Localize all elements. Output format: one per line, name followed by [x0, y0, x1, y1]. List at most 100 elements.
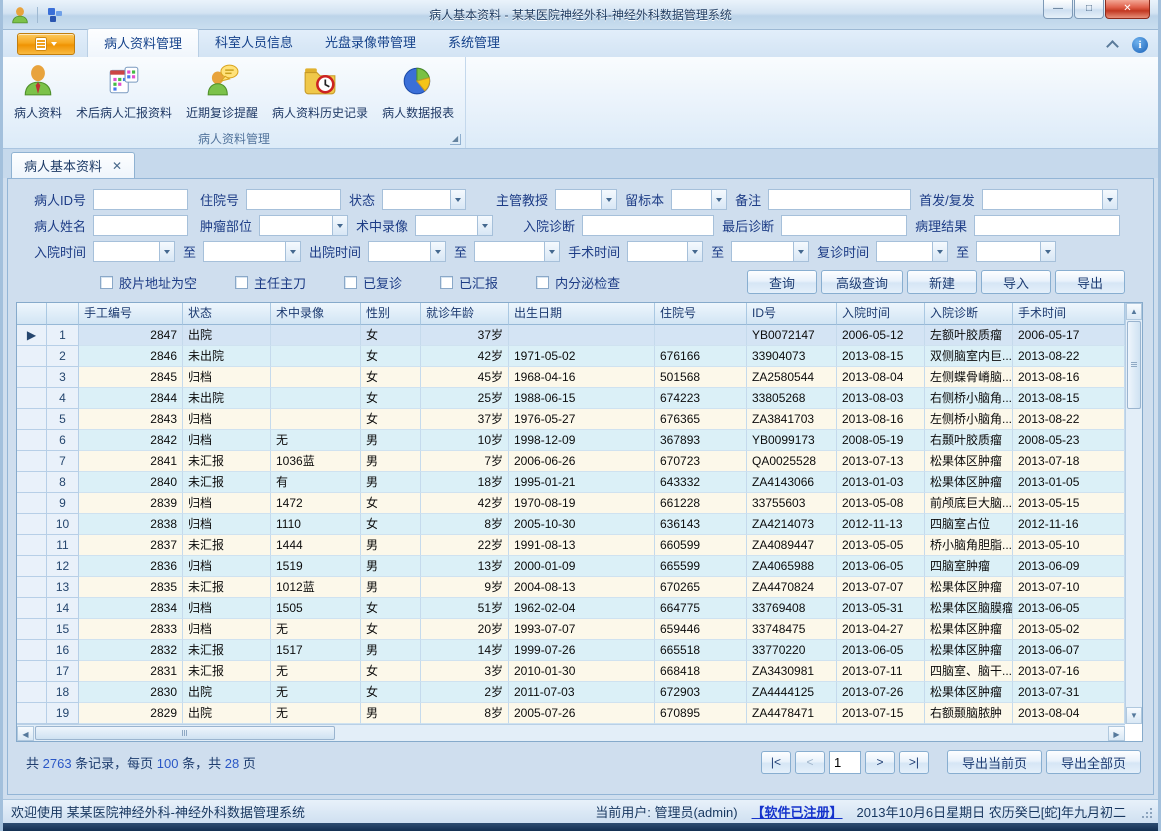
- grid-header-ID号[interactable]: ID号: [747, 303, 837, 325]
- specimen-dropdown[interactable]: [671, 189, 727, 210]
- grid-header-就诊年龄[interactable]: 就诊年龄: [421, 303, 509, 325]
- surgery-from-dropdown-value[interactable]: [628, 242, 687, 261]
- table-row[interactable]: 32845归档女45岁1968-04-16501568ZA25805442013…: [17, 367, 1125, 388]
- ribbon-button-patient-info[interactable]: 病人资料: [7, 59, 69, 129]
- ribbon-tab-staff-info[interactable]: 科室人员信息: [199, 28, 309, 57]
- horizontal-scroll-thumb[interactable]: [35, 726, 335, 740]
- grid-header-入院时间[interactable]: 入院时间: [837, 303, 925, 325]
- quick-launch-icon[interactable]: [46, 6, 64, 24]
- pathology-result-input[interactable]: [974, 215, 1120, 236]
- revisit-to-dropdown-value[interactable]: [977, 242, 1040, 261]
- chevron-down-icon[interactable]: [793, 242, 808, 261]
- advanced-query-button[interactable]: 高级查询: [821, 270, 903, 294]
- export-button[interactable]: 导出: [1055, 270, 1125, 294]
- table-row[interactable]: 22846未出院女42岁1971-05-02676166339040732013…: [17, 346, 1125, 367]
- table-row[interactable]: 152833归档无女20岁1993-07-0765944633748475201…: [17, 619, 1125, 640]
- chevron-down-icon[interactable]: [1102, 190, 1117, 209]
- table-row[interactable]: 62842归档无男10岁1998-12-09367893YB0099173200…: [17, 430, 1125, 451]
- table-row[interactable]: 142834归档1505女51岁1962-02-0466477533769408…: [17, 598, 1125, 619]
- surgery-to-dropdown-value[interactable]: [732, 242, 793, 261]
- last-page-button[interactable]: >|: [899, 751, 929, 774]
- ribbon-button-data-report[interactable]: 病人数据报表: [375, 59, 461, 129]
- table-row[interactable]: ▶12847出院女37岁YB00721472006-05-12左额叶胶质瘤200…: [17, 325, 1125, 346]
- reported-checkbox-item[interactable]: 已汇报: [440, 273, 498, 292]
- import-button[interactable]: 导入: [981, 270, 1051, 294]
- patient-name-input[interactable]: [93, 215, 188, 236]
- revisited-checkbox[interactable]: [344, 276, 357, 289]
- table-row[interactable]: 92839归档1472女42岁1970-08-19661228337556032…: [17, 493, 1125, 514]
- surgery-video-dropdown-value[interactable]: [416, 216, 477, 235]
- grid-header-入院诊断[interactable]: 入院诊断: [925, 303, 1013, 325]
- ribbon-tab-disc-tape[interactable]: 光盘录像带管理: [309, 28, 432, 57]
- chevron-down-icon[interactable]: [430, 242, 445, 261]
- vertical-scrollbar[interactable]: ▲ ▼: [1125, 303, 1142, 724]
- table-row[interactable]: 102838归档1110女8岁2005-10-30636143ZA4214073…: [17, 514, 1125, 535]
- first-or-relapse-dropdown-value[interactable]: [983, 190, 1102, 209]
- tab-patient-basic-info[interactable]: 病人基本资料 ✕: [11, 152, 135, 178]
- ribbon-button-revisit-reminder[interactable]: 近期复诊提醒: [179, 59, 265, 129]
- vertical-scroll-thumb[interactable]: [1127, 321, 1141, 409]
- table-row[interactable]: 82840未汇报有男18岁1995-01-21643332ZA414306620…: [17, 472, 1125, 493]
- chevron-down-icon[interactable]: [544, 242, 559, 261]
- chevron-down-icon[interactable]: [332, 216, 347, 235]
- status-dropdown-value[interactable]: [383, 190, 450, 209]
- maximize-button[interactable]: □: [1074, 0, 1104, 19]
- grid-header-出生日期[interactable]: 出生日期: [509, 303, 655, 325]
- chevron-down-icon[interactable]: [1040, 242, 1055, 261]
- scroll-left-icon[interactable]: ◀: [17, 726, 34, 741]
- chevron-down-icon[interactable]: [932, 242, 947, 261]
- chevron-down-icon[interactable]: [601, 190, 616, 209]
- film-address-empty-checkbox-item[interactable]: 胶片地址为空: [100, 273, 197, 292]
- revisit-from-dropdown[interactable]: [876, 241, 948, 262]
- endocrine-check-checkbox[interactable]: [536, 276, 549, 289]
- revisit-from-dropdown-value[interactable]: [877, 242, 932, 261]
- app-menu-button[interactable]: [17, 33, 75, 55]
- first-or-relapse-dropdown[interactable]: [982, 189, 1118, 210]
- attending-professor-dropdown-value[interactable]: [556, 190, 601, 209]
- grid-header-rownum[interactable]: [47, 303, 79, 325]
- group-dialog-launcher-icon[interactable]: ◢: [450, 134, 461, 145]
- ribbon-tab-system[interactable]: 系统管理: [432, 28, 516, 57]
- new-button[interactable]: 新建: [907, 270, 977, 294]
- tumor-site-dropdown[interactable]: [259, 215, 348, 236]
- admission-diagnosis-input[interactable]: [582, 215, 714, 236]
- chief-surgeon-checkbox-item[interactable]: 主任主刀: [235, 273, 306, 292]
- chevron-down-icon[interactable]: [711, 190, 726, 209]
- about-icon[interactable]: i: [1132, 37, 1148, 53]
- ribbon-button-history-record[interactable]: 病人资料历史记录: [265, 59, 375, 129]
- discharge-from-dropdown-value[interactable]: [369, 242, 430, 261]
- export-all-pages-button[interactable]: 导出全部页: [1046, 750, 1141, 774]
- scroll-down-icon[interactable]: ▼: [1126, 707, 1142, 724]
- minimize-button[interactable]: —: [1043, 0, 1073, 19]
- grid-header-住院号[interactable]: 住院号: [655, 303, 747, 325]
- admit-to-dropdown-value[interactable]: [204, 242, 285, 261]
- next-page-button[interactable]: >: [865, 751, 895, 774]
- scroll-right-icon[interactable]: ▶: [1108, 726, 1125, 741]
- chief-surgeon-checkbox[interactable]: [235, 276, 248, 289]
- revisit-to-dropdown[interactable]: [976, 241, 1056, 262]
- page-number-input[interactable]: [829, 751, 861, 774]
- discharge-to-dropdown-value[interactable]: [475, 242, 544, 261]
- chevron-down-icon[interactable]: [477, 216, 492, 235]
- table-row[interactable]: 122836归档1519男13岁2000-01-09665599ZA406598…: [17, 556, 1125, 577]
- table-row[interactable]: 162832未汇报1517男14岁1999-07-266655183377022…: [17, 640, 1125, 661]
- table-row[interactable]: 172831未汇报无女3岁2010-01-30668418ZA343098120…: [17, 661, 1125, 682]
- surgery-video-dropdown[interactable]: [415, 215, 493, 236]
- grid-header-状态[interactable]: 状态: [183, 303, 271, 325]
- final-diagnosis-input[interactable]: [781, 215, 907, 236]
- film-address-empty-checkbox[interactable]: [100, 276, 113, 289]
- table-row[interactable]: 132835未汇报1012蓝男9岁2004-08-13670265ZA44708…: [17, 577, 1125, 598]
- remark-input[interactable]: [768, 189, 911, 210]
- tab-close-icon[interactable]: ✕: [112, 159, 122, 173]
- admit-from-dropdown-value[interactable]: [94, 242, 159, 261]
- discharge-from-dropdown[interactable]: [368, 241, 446, 262]
- ribbon-tab-patient-management[interactable]: 病人资料管理: [87, 28, 199, 57]
- scroll-up-icon[interactable]: ▲: [1126, 303, 1142, 320]
- tumor-site-dropdown-value[interactable]: [260, 216, 332, 235]
- resize-grip[interactable]: [1140, 806, 1152, 818]
- table-row[interactable]: 42844未出院女25岁1988-06-15674223338052682013…: [17, 388, 1125, 409]
- endocrine-check-checkbox-item[interactable]: 内分泌检查: [536, 273, 620, 292]
- first-page-button[interactable]: |<: [761, 751, 791, 774]
- attending-professor-dropdown[interactable]: [555, 189, 617, 210]
- reported-checkbox[interactable]: [440, 276, 453, 289]
